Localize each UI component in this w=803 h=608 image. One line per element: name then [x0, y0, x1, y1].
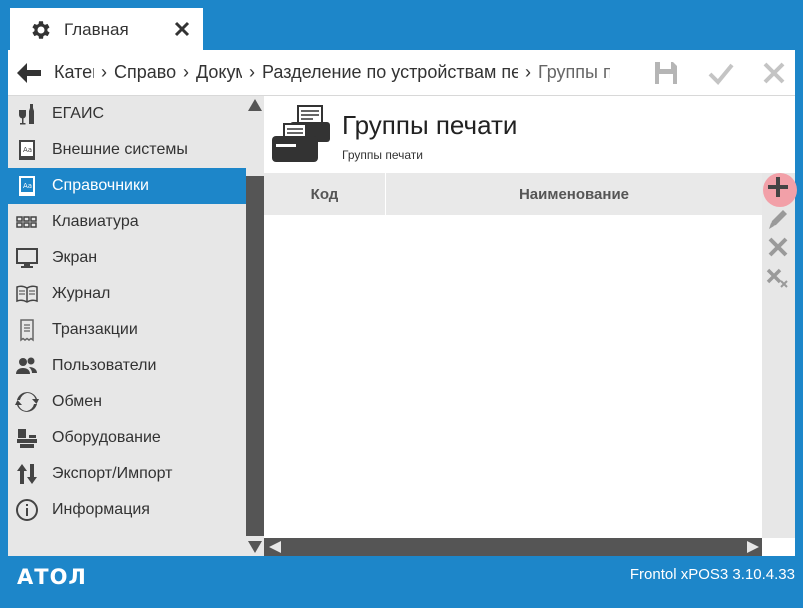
main-panel: Группы печати Группы печати Код Наименов…	[264, 96, 797, 556]
breadcrumb: Категории › Справочники › Документы › Разделен…	[54, 62, 632, 86]
checkmark-icon[interactable]	[707, 59, 735, 87]
sidebar-item-references[interactable]: Aa Справочники	[8, 168, 246, 204]
grid-actions	[762, 173, 797, 538]
plus-icon	[768, 177, 788, 197]
grid-header: Код Наименование	[264, 173, 762, 215]
pencil-icon	[769, 210, 787, 229]
users-icon	[16, 357, 37, 374]
sync-icon	[15, 392, 39, 412]
chevron-right-icon: ›	[249, 62, 255, 82]
svg-text:Aa: Aa	[23, 182, 32, 190]
book-icon: Aa	[19, 140, 35, 160]
scroll-right-arrow-icon[interactable]	[746, 540, 760, 554]
sidebar-item-egais[interactable]: ЕГАИС	[8, 96, 246, 132]
sidebar-item-users[interactable]: Пользователи	[8, 348, 246, 384]
svg-text:АТОЛ: АТОЛ	[17, 566, 87, 588]
atol-logo: АТОЛ	[17, 566, 87, 588]
breadcrumb-item-print-groups: Группы печати	[538, 62, 610, 82]
column-header-code[interactable]: Код	[264, 173, 386, 215]
keyboard-icon	[16, 216, 37, 228]
sidebar-item-screen[interactable]: Экран	[8, 240, 246, 276]
tab-main[interactable]: Главная	[10, 8, 203, 52]
back-arrow-icon[interactable]	[16, 62, 42, 84]
page-subtitle: Группы печати	[342, 148, 423, 162]
add-button[interactable]	[763, 173, 797, 207]
chevron-right-icon: ›	[525, 62, 531, 82]
receipt-icon	[20, 319, 34, 342]
close-tab-icon[interactable]	[173, 20, 191, 38]
breadcrumb-item-references[interactable]: Справочники	[114, 62, 176, 83]
sidebar-item-info[interactable]: Информация	[8, 492, 246, 528]
breadcrumb-bar: Категории › Справочники › Документы › Разделен…	[8, 50, 795, 96]
sidebar-item-exchange[interactable]: Обмен	[8, 384, 246, 420]
page-header: Группы печати Группы печати	[264, 96, 795, 172]
sidebar: ЕГАИС Aa Внешние системы Aa Справочники …	[8, 96, 246, 556]
page-title: Группы печати	[342, 110, 518, 140]
sidebar-item-external-systems[interactable]: Aa Внешние системы	[8, 132, 246, 168]
sidebar-item-import-export[interactable]: Экспорт/Импорт	[8, 456, 246, 492]
horizontal-scroll-thumb[interactable]	[286, 538, 744, 556]
app-window: Главная Категории › Справочники › Документы ›…	[0, 0, 803, 608]
scroll-left-arrow-icon[interactable]	[268, 540, 282, 554]
save-icon[interactable]	[652, 59, 680, 87]
delete-button[interactable]	[764, 233, 792, 261]
printer-icon	[272, 105, 330, 162]
sidebar-scrollbar[interactable]	[246, 96, 264, 556]
column-header-name[interactable]: Наименование	[386, 173, 762, 215]
version-label: Frontol xPOS3 3.10.4.33	[629, 566, 795, 583]
monitor-icon	[16, 248, 38, 268]
svg-text:Aa: Aa	[23, 146, 32, 154]
breadcrumb-item-device-split[interactable]: Разделение по устройствам печати	[262, 62, 518, 83]
gear-icon	[32, 21, 50, 39]
delete-all-button[interactable]	[764, 263, 792, 291]
chevron-right-icon: ›	[183, 62, 189, 82]
import-export-icon	[17, 464, 37, 484]
scroll-up-arrow-icon[interactable]	[247, 98, 263, 112]
cancel-icon[interactable]	[760, 59, 788, 87]
breadcrumb-item-documents[interactable]: Документы	[196, 62, 242, 83]
equipment-icon	[17, 429, 37, 448]
data-grid[interactable]: Код Наименование	[264, 173, 762, 538]
chevron-right-icon: ›	[101, 62, 107, 82]
sidebar-item-keyboard[interactable]: Клавиатура	[8, 204, 246, 240]
breadcrumb-item-categories[interactable]: Категории	[54, 62, 94, 83]
reference-book-icon: Aa	[19, 176, 35, 196]
grid-horizontal-scrollbar[interactable]	[264, 538, 762, 556]
journal-icon	[16, 285, 38, 303]
sidebar-scroll-thumb[interactable]	[246, 176, 264, 536]
sidebar-item-transactions[interactable]: Транзакции	[8, 312, 246, 348]
delete-all-icon	[766, 268, 788, 288]
sidebar-item-journal[interactable]: Журнал	[8, 276, 246, 312]
sidebar-item-equipment[interactable]: Оборудование	[8, 420, 246, 456]
bottle-glass-icon	[19, 104, 34, 125]
info-icon	[16, 499, 38, 521]
edit-button[interactable]	[764, 205, 792, 233]
scroll-down-arrow-icon[interactable]	[247, 540, 263, 554]
tab-title: Главная	[64, 20, 129, 39]
delete-icon	[768, 237, 788, 257]
